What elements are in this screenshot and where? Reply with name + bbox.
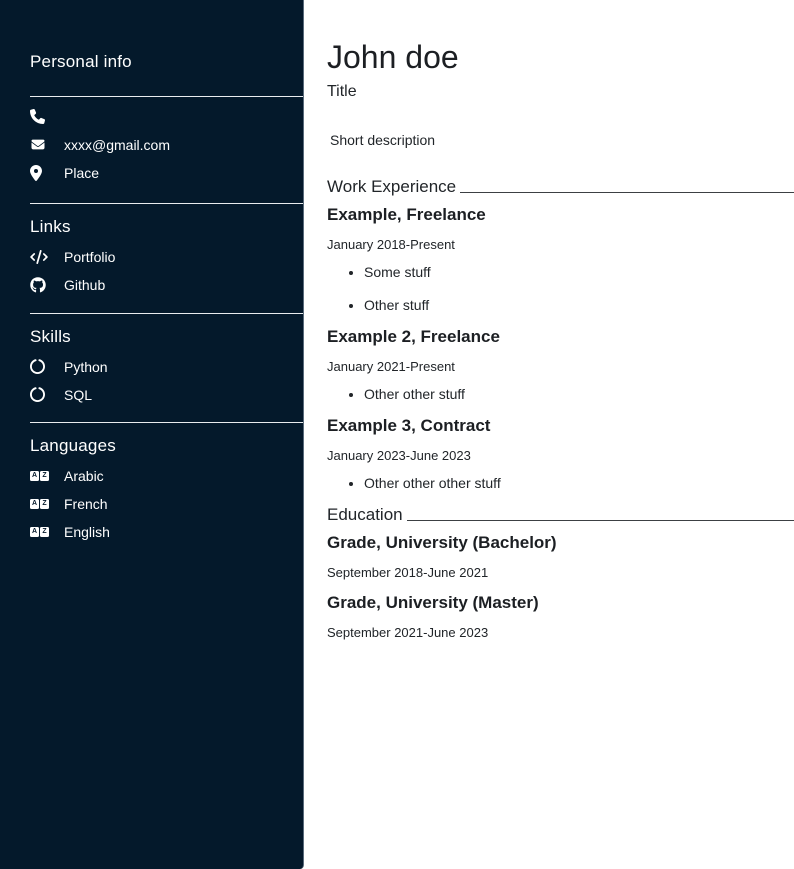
sidebar-divider	[30, 422, 303, 423]
education-entry: Grade, University (Bachelor) September 2…	[327, 533, 794, 580]
bullet-item: Other stuff	[364, 297, 794, 313]
resume-main: John doe Title Short description Work Ex…	[305, 0, 794, 869]
education-entry: Grade, University (Master) September 202…	[327, 593, 794, 640]
section-title: Education	[327, 505, 403, 525]
skill-row-python: Python	[30, 358, 303, 375]
language-french-label: French	[64, 496, 108, 512]
person-name: John doe	[327, 40, 794, 75]
contact-email-value: xxxx@gmail.com	[64, 137, 170, 153]
link-portfolio-label: Portfolio	[64, 249, 115, 265]
language-english-label: English	[64, 524, 110, 540]
person-title: Title	[327, 83, 794, 101]
entry-title: Grade, University (Master)	[327, 593, 794, 613]
entry-title: Example 2, Freelance	[327, 327, 794, 347]
skill-python-label: Python	[64, 359, 108, 375]
entry-title: Example, Freelance	[327, 205, 794, 225]
entry-bullets: Other other stuff	[327, 386, 794, 402]
experience-entry: Example 3, Contract January 2023-June 20…	[327, 416, 794, 491]
sidebar-heading-languages: Languages	[30, 436, 303, 456]
entry-bullets: Some stuff Other stuff	[327, 264, 794, 313]
link-row-github[interactable]: Github	[30, 276, 303, 293]
location-pin-icon	[30, 165, 64, 181]
language-arabic-label: Arabic	[64, 468, 104, 484]
entry-date: January 2021-Present	[327, 359, 794, 374]
envelope-icon	[30, 138, 64, 151]
bullet-item: Other other stuff	[364, 386, 794, 402]
entry-title: Example 3, Contract	[327, 416, 794, 436]
section-rule	[407, 520, 794, 521]
link-github-label: Github	[64, 277, 105, 293]
phone-icon	[30, 109, 64, 124]
contact-row-phone	[30, 108, 303, 125]
bullet-item: Other other other stuff	[364, 475, 794, 491]
sidebar-heading-skills: Skills	[30, 327, 303, 347]
contact-row-place: Place	[30, 164, 303, 181]
link-row-portfolio[interactable]: Portfolio	[30, 248, 303, 265]
github-icon	[30, 277, 64, 293]
language-row-english: English	[30, 523, 303, 540]
sidebar-divider	[30, 203, 303, 204]
skill-sql-label: SQL	[64, 387, 92, 403]
section-header-education: Education	[327, 505, 794, 525]
entry-title: Grade, University (Bachelor)	[327, 533, 794, 553]
experience-entry: Example 2, Freelance January 2021-Presen…	[327, 327, 794, 402]
bullet-item: Some stuff	[364, 264, 794, 280]
language-icon	[30, 499, 64, 509]
code-icon	[30, 250, 64, 264]
circle-notch-icon	[30, 387, 64, 402]
sidebar-divider	[30, 313, 303, 314]
circle-notch-icon	[30, 359, 64, 374]
section-header-work-experience: Work Experience	[327, 177, 794, 197]
section-rule	[460, 192, 794, 193]
sidebar: Personal info xxxx@gmail.com Place Links	[0, 0, 304, 869]
language-row-french: French	[30, 495, 303, 512]
experience-entry: Example, Freelance January 2018-Present …	[327, 205, 794, 313]
entry-date: January 2023-June 2023	[327, 448, 794, 463]
resume-page: Personal info xxxx@gmail.com Place Links	[0, 0, 794, 869]
language-icon	[30, 527, 64, 537]
section-title: Work Experience	[327, 177, 456, 197]
language-icon	[30, 471, 64, 481]
contact-place-value: Place	[64, 165, 99, 181]
short-description: Short description	[330, 132, 794, 148]
sidebar-heading-links: Links	[30, 217, 303, 237]
sidebar-heading-personal-info: Personal info	[30, 52, 303, 72]
entry-date: January 2018-Present	[327, 237, 794, 252]
language-row-arabic: Arabic	[30, 467, 303, 484]
sidebar-divider	[30, 96, 303, 97]
entry-bullets: Other other other stuff	[327, 475, 794, 491]
contact-row-email: xxxx@gmail.com	[30, 136, 303, 153]
skill-row-sql: SQL	[30, 386, 303, 403]
entry-date: September 2018-June 2021	[327, 565, 794, 580]
entry-date: September 2021-June 2023	[327, 625, 794, 640]
